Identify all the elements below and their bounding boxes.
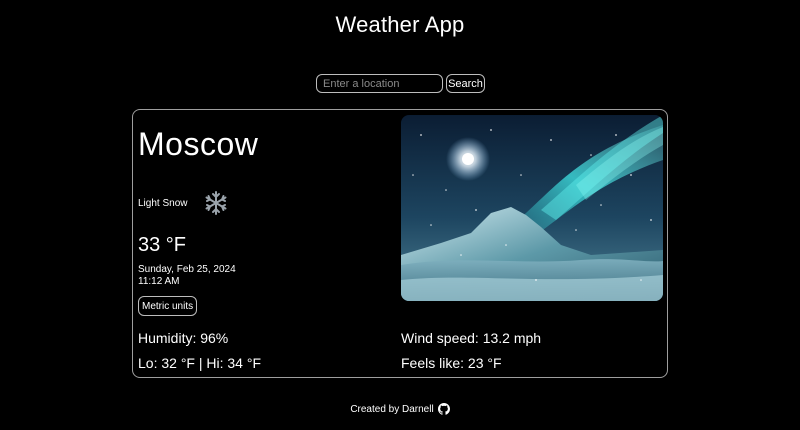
city-name: Moscow (138, 126, 259, 162)
snowflake-icon (205, 191, 227, 215)
search-bar: Search (316, 74, 485, 93)
search-button[interactable]: Search (446, 74, 485, 93)
metric-units-button[interactable]: Metric units (138, 296, 198, 316)
wind-speed: Wind speed: 13.2 mph (401, 330, 542, 346)
humidity: Humidity: 96% (138, 330, 229, 346)
weather-image (401, 115, 663, 301)
condition-text: Light Snow (138, 197, 188, 209)
footer-credit: Created by Darnell (350, 403, 434, 415)
low-high-temperature: Lo: 32 °F | Hi: 34 °F (138, 355, 261, 371)
date: Sunday, Feb 25, 2024 (138, 264, 236, 275)
weather-card: Moscow Light Snow 33 °F Sunday, Feb 25, … (132, 109, 668, 378)
weather-app: Weather App Search Moscow Light Snow (0, 0, 800, 430)
footer: Created by Darnell (0, 403, 800, 415)
github-icon[interactable] (437, 403, 450, 415)
temperature: 33 °F (138, 234, 187, 256)
feels-like: Feels like: 23 °F (401, 355, 502, 371)
search-input[interactable] (316, 74, 443, 93)
time: 11:12 AM (138, 276, 180, 287)
app-title: Weather App (335, 12, 465, 37)
condition-row: Light Snow (138, 190, 229, 216)
